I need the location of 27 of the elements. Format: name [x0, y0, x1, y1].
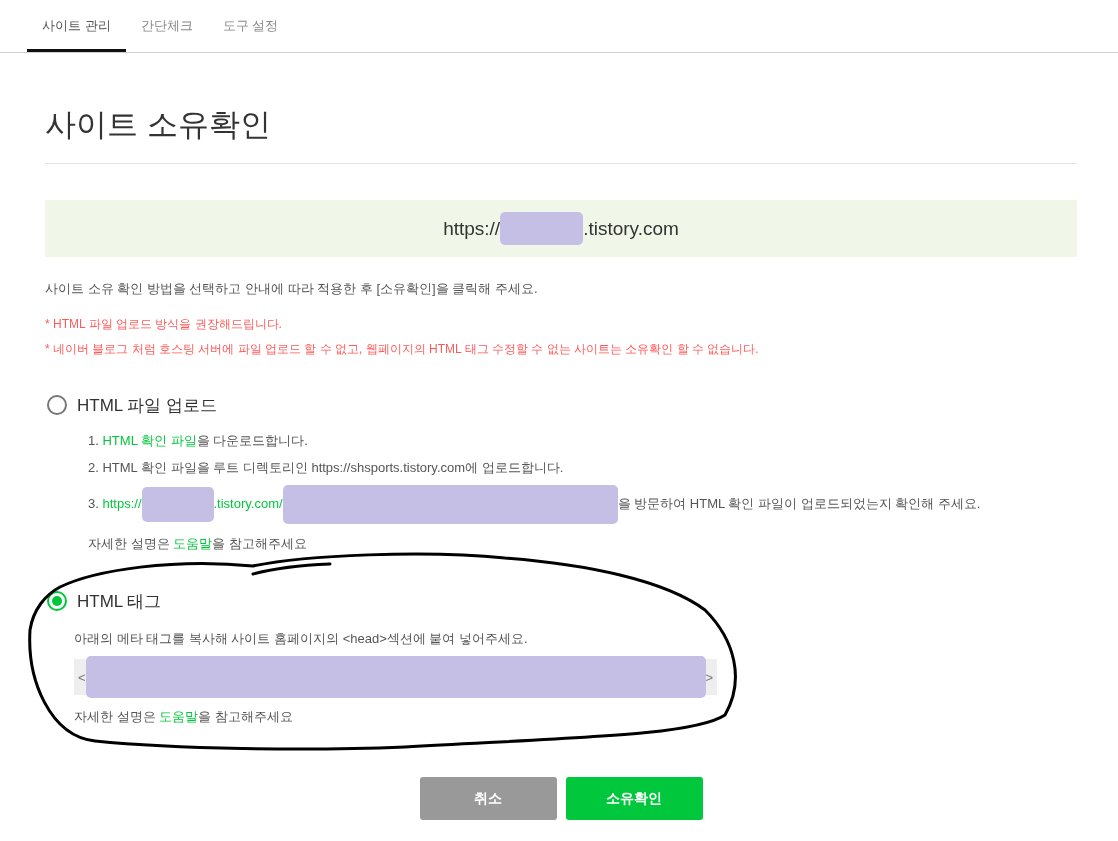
meta-tag-field[interactable]: < > — [74, 659, 718, 695]
url-text: https:// — [443, 217, 501, 240]
tab[interactable]: 사이트 관리 — [27, 0, 126, 52]
radio-button[interactable] — [47, 395, 67, 415]
radio-label[interactable]: HTML 파일 업로드 — [77, 393, 218, 417]
instruction-text: 아래의 메타 태그를 복사해 사이트 홈페이지의 <head>섹션에 붙여 넣어주세요. — [74, 630, 529, 648]
warning-text: * 네이버 블로그 처럼 호스팅 서버에 파일 업로드 할 수 없고, 웹페이지의 HTML 태그 수정할 수 없는 사이트는 소유확인 할 수 없습니다. — [45, 341, 760, 358]
link[interactable]: https:// — [102, 495, 142, 511]
radio-label[interactable]: HTML 태그 — [77, 589, 162, 613]
page-title: 사이트 소유확인 — [45, 106, 272, 144]
link[interactable]: HTML 확인 파일 — [102, 433, 197, 448]
help-text: 자세한 설명은 도움말을 참고해주세요 — [88, 535, 308, 553]
link[interactable]: 도움말 — [173, 536, 213, 551]
cancel-button[interactable]: 취소 — [419, 777, 557, 820]
instruction-text: 사이트 소유 확인 방법을 선택하고 안내에 따라 적용한 후 [소유확인]을 클릭해 주세요. — [45, 280, 539, 298]
link[interactable]: .tistory.com/ — [213, 495, 283, 511]
step-text: 1. HTML 확인 파일 을 다운로드합니다. — [88, 432, 309, 450]
url-text: .tistory.com — [583, 217, 679, 240]
tab[interactable]: 간단체크 — [125, 0, 208, 52]
radio-button[interactable] — [47, 591, 67, 611]
help-text: 자세한 설명은 도움말을 참고해주세요 — [74, 708, 294, 726]
tab[interactable]: 도구 설정 — [207, 0, 294, 52]
step-text: 3. https:// .tistory.com/ 을 방문하여 HTML 확인 파일이 업로드되었는지 확인해 주세요. — [88, 485, 1077, 524]
warning-text: * HTML 파일 업로드 방식을 권장해드립니다. — [45, 316, 283, 333]
step-text: 2. HTML 확인 파일을 루트 디렉토리인 https://shsports.tistory.com에 업로드합니다. — [88, 459, 565, 477]
confirm-button[interactable]: 소유확인 — [565, 777, 703, 820]
link[interactable]: 도움말 — [159, 709, 199, 724]
